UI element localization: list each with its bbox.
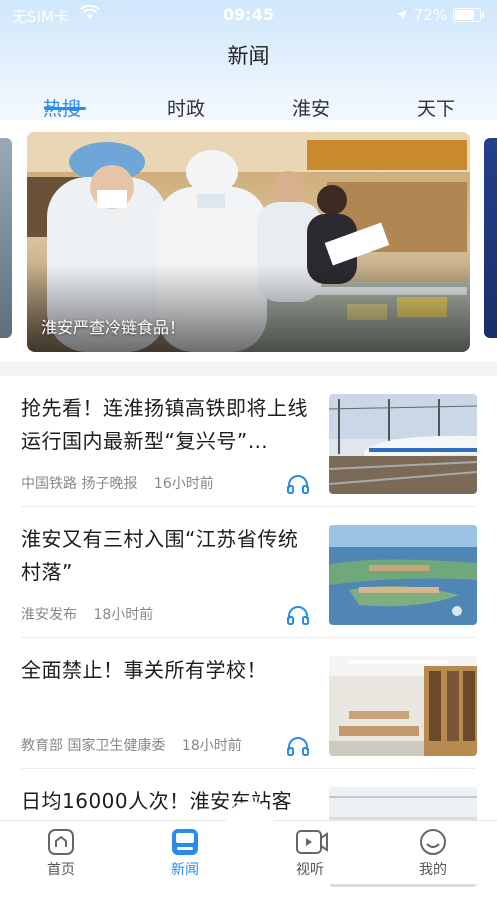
news-icon	[170, 827, 200, 857]
video-icon	[295, 827, 328, 857]
battery-icon	[453, 8, 484, 22]
news-meta: 教育部 国家卫生健康委 18小时前	[21, 735, 254, 755]
headphones-icon[interactable]	[286, 605, 310, 625]
news-time: 18小时前	[93, 607, 154, 623]
news-item[interactable]: 抢先看！连淮扬镇高铁即将上线运行国内最新型“复兴号”… 中国铁路 扬子晚报 16…	[0, 376, 497, 507]
section-divider	[0, 362, 497, 376]
nav-home[interactable]: 首页	[26, 823, 96, 879]
news-source: 教育部 国家卫生健康委	[21, 738, 166, 754]
news-source: 中国铁路 扬子晚报	[21, 476, 138, 492]
news-thumbnail-train[interactable]	[329, 394, 477, 494]
tab-huaian[interactable]: 淮安	[292, 94, 330, 121]
news-time: 18小时前	[181, 738, 242, 754]
page-title: 新闻	[227, 44, 270, 68]
news-time: 16小时前	[153, 476, 214, 492]
status-bar: 无SIM卡 09:45 72%	[0, 0, 497, 30]
banner-carousel[interactable]: 淮安严查冷链食品！	[0, 130, 497, 355]
location-arrow-icon	[396, 10, 407, 20]
carousel-next-slide[interactable]	[484, 138, 497, 338]
nav-video-label: 视听	[296, 862, 324, 878]
news-item[interactable]: 淮安又有三村入围“江苏省传统村落” 淮安发布 18小时前	[0, 507, 497, 638]
banner-slide[interactable]: 淮安严查冷链食品！	[27, 132, 470, 352]
headphones-icon[interactable]	[286, 474, 310, 494]
nav-profile-label: 我的	[419, 862, 447, 878]
nav-home-label: 首页	[47, 862, 75, 878]
news-thumbnail-village[interactable]	[329, 525, 477, 625]
news-title[interactable]: 淮安又有三村入围“江苏省传统村落”	[21, 523, 311, 589]
nav-profile[interactable]: 我的	[398, 823, 468, 879]
profile-icon	[418, 827, 448, 857]
headphones-icon[interactable]	[286, 736, 310, 756]
news-title[interactable]: 全面禁止！事关所有学校！	[21, 654, 311, 687]
nav-video[interactable]: 视听	[275, 823, 345, 879]
nav-news[interactable]: 新闻	[150, 823, 220, 879]
carousel-prev-slide[interactable]	[0, 138, 12, 338]
news-item[interactable]: 全面禁止！事关所有学校！ 教育部 国家卫生健康委 18小时前	[0, 638, 497, 769]
news-source: 淮安发布	[21, 607, 77, 623]
news-thumbnail-library[interactable]	[329, 656, 477, 756]
battery-percent: 72%	[413, 6, 447, 24]
news-meta: 淮安发布 18小时前	[21, 604, 165, 624]
tab-politics[interactable]: 时政	[167, 94, 205, 121]
home-icon	[46, 827, 76, 857]
news-title[interactable]: 抢先看！连淮扬镇高铁即将上线运行国内最新型“复兴号”…	[21, 392, 311, 458]
news-meta: 中国铁路 扬子晚报 16小时前	[21, 473, 226, 493]
tab-world[interactable]: 天下	[417, 94, 455, 121]
nav-news-label: 新闻	[171, 862, 199, 878]
active-tab-indicator	[44, 107, 86, 110]
banner-caption: 淮安严查冷链食品！	[41, 318, 186, 337]
bottom-navigation: 首页 新闻 视听 我的	[0, 801, 497, 884]
